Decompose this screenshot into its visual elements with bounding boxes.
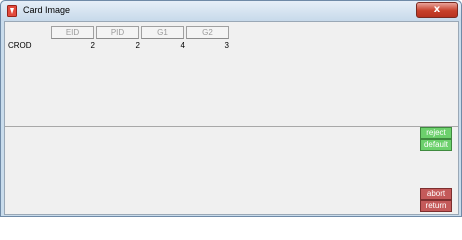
window-title: Card Image xyxy=(23,5,71,15)
cell-g2[interactable]: 3 xyxy=(186,41,229,50)
app-icon xyxy=(7,5,17,17)
client-area: EID PID G1 G2 CROD 2 2 4 3 reject defaul… xyxy=(4,21,459,215)
close-icon: x xyxy=(433,4,441,15)
cell-eid[interactable]: 2 xyxy=(51,41,95,50)
row-label-crod: CROD xyxy=(8,41,32,50)
close-button[interactable]: x xyxy=(416,2,458,18)
column-header-g1: G1 xyxy=(141,26,184,39)
column-header-eid: EID xyxy=(51,26,94,39)
cell-pid[interactable]: 2 xyxy=(96,41,140,50)
column-header-pid: PID xyxy=(96,26,139,39)
title-bar[interactable]: Card Image x xyxy=(1,1,461,21)
return-button[interactable]: return xyxy=(420,200,452,212)
cell-g1[interactable]: 4 xyxy=(141,41,185,50)
card-image-window: Card Image x EID PID G1 G2 CROD 2 2 4 3 … xyxy=(0,0,462,217)
reject-button[interactable]: reject xyxy=(420,127,452,139)
abort-button[interactable]: abort xyxy=(420,188,452,200)
section-divider xyxy=(5,126,458,127)
default-button[interactable]: default xyxy=(420,139,452,151)
column-header-g2: G2 xyxy=(186,26,229,39)
